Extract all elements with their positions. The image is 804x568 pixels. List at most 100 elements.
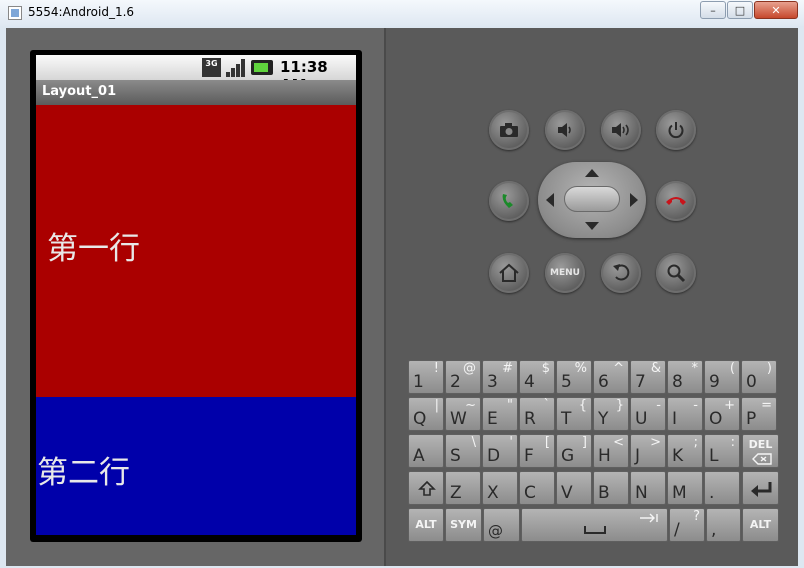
key-sub-label: : [730, 435, 735, 450]
key-p[interactable]: P = [741, 397, 777, 431]
key-g[interactable]: G] [556, 434, 592, 468]
key-sym[interactable]: SYM [445, 508, 482, 542]
key-main-label: 7 [635, 372, 646, 392]
key-0[interactable]: 0) [741, 360, 777, 394]
key-at[interactable]: @ [483, 508, 520, 542]
menu-button[interactable]: MENU [545, 253, 585, 293]
key-shift[interactable] [408, 471, 444, 505]
maximize-icon: □ [734, 3, 746, 17]
key-f[interactable]: F[ [519, 434, 555, 468]
close-button[interactable]: ✕ [754, 1, 798, 19]
key-c[interactable]: C [519, 471, 555, 505]
minimize-button[interactable]: – [700, 1, 726, 19]
key-1[interactable]: 1! [408, 360, 444, 394]
key-comma[interactable]: , [706, 508, 741, 542]
key-5[interactable]: 5% [556, 360, 592, 394]
key-l[interactable]: L: [704, 434, 740, 468]
key-4[interactable]: 4 $ [519, 360, 555, 394]
camera-icon [500, 123, 518, 137]
key-x[interactable]: X [482, 471, 518, 505]
key-main-label: O [709, 409, 723, 429]
key-k[interactable]: K; [667, 434, 703, 468]
end-call-button[interactable] [656, 181, 696, 221]
dpad[interactable] [538, 162, 646, 238]
key-alt-left[interactable]: ALT [408, 508, 444, 542]
close-icon: ✕ [771, 3, 781, 17]
dpad-down-icon[interactable] [585, 222, 599, 230]
key-t[interactable]: T{ [556, 397, 592, 431]
key-sub-label: { [578, 398, 587, 413]
key-o[interactable]: O + [704, 397, 740, 431]
key-del[interactable]: DEL [742, 434, 779, 468]
key-main-label: I [672, 409, 678, 429]
key-e[interactable]: E " [482, 397, 518, 431]
key-main-label: L [709, 446, 719, 466]
key-sub-label: $ [541, 361, 550, 376]
key-main-label: U [635, 409, 648, 429]
space-icon [584, 526, 606, 534]
key-sub-label: # [502, 361, 513, 376]
emulator-window: 5554:Android_1.6 – □ ✕ 3G 11:38 AM Layou… [0, 0, 804, 568]
home-button[interactable] [489, 253, 529, 293]
key-w[interactable]: W ~ [445, 397, 481, 431]
dpad-left-icon[interactable] [546, 193, 554, 207]
key-main-label: E [487, 409, 498, 429]
del-label: DEL [748, 438, 773, 451]
key-u[interactable]: U- [630, 397, 666, 431]
key-s[interactable]: S \ [445, 434, 481, 468]
key-n[interactable]: N [630, 471, 666, 505]
key-7[interactable]: 7 & [630, 360, 666, 394]
key-h[interactable]: H < [593, 434, 629, 468]
key-sub-label: - [693, 398, 698, 413]
key-sub-label: ] [581, 435, 587, 450]
key-slash[interactable]: / ? [669, 508, 705, 542]
key-6[interactable]: 6 ^ [593, 360, 629, 394]
key-a[interactable]: A [408, 434, 444, 468]
volume-down-button[interactable] [545, 110, 585, 150]
device-screen[interactable]: 3G 11:38 AM Layout_01 第一行 第二行 [36, 55, 356, 535]
key-9[interactable]: 9( [704, 360, 740, 394]
key-alt-right[interactable]: ALT [742, 508, 779, 542]
first-row-text: 第一行 [47, 231, 140, 267]
key-sub-label: ~ [465, 398, 476, 413]
key-r[interactable]: R ` [519, 397, 555, 431]
dpad-up-icon[interactable] [585, 169, 599, 177]
back-button[interactable] [601, 253, 641, 293]
key-space[interactable] [521, 508, 668, 542]
key-z[interactable]: Z [445, 471, 481, 505]
camera-button[interactable] [489, 110, 529, 150]
key-q[interactable]: Q | [408, 397, 444, 431]
key-sub-label: \ [471, 435, 476, 450]
slash-sub: ? [693, 509, 700, 524]
power-button[interactable] [656, 110, 696, 150]
key-i[interactable]: I- [667, 397, 703, 431]
key-enter[interactable] [742, 471, 779, 505]
search-button[interactable] [656, 253, 696, 293]
backspace-icon [752, 453, 772, 465]
maximize-button[interactable]: □ [727, 1, 753, 19]
key-d[interactable]: D ' [482, 434, 518, 468]
key-main-label: G [561, 446, 575, 466]
dpad-right-icon[interactable] [630, 193, 638, 207]
key-main-label: 0 [746, 372, 757, 392]
shift-icon [418, 480, 436, 496]
key-m[interactable]: M [667, 471, 703, 505]
sym-label: SYM [450, 518, 477, 531]
key-main-label: X [487, 483, 499, 503]
key-b[interactable]: B [593, 471, 629, 505]
volume-up-button[interactable] [601, 110, 641, 150]
key-3[interactable]: 3 # [482, 360, 518, 394]
key-2[interactable]: 2 @ [445, 360, 481, 394]
key-period[interactable]: . [704, 471, 740, 505]
key-j[interactable]: J > [630, 434, 666, 468]
key-8[interactable]: 8 * [667, 360, 703, 394]
key-y[interactable]: Y} [593, 397, 629, 431]
key-v[interactable]: V [556, 471, 592, 505]
second-row-layout: 第二行 [36, 397, 356, 535]
dpad-center-button[interactable] [564, 186, 620, 212]
key-main-label: M [672, 483, 687, 503]
volume-up-icon [612, 123, 629, 137]
minimize-icon: – [710, 3, 716, 17]
emulator-skin: 3G 11:38 AM Layout_01 第一行 第二行 [6, 28, 798, 566]
call-button[interactable] [489, 181, 529, 221]
